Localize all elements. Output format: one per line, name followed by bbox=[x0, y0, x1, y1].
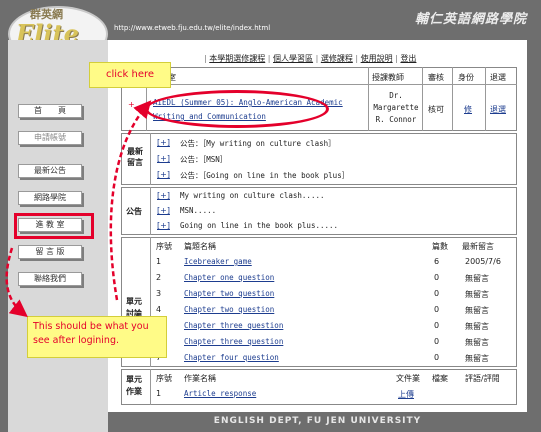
annotation-arrows bbox=[5, 100, 152, 318]
arrow-to-course bbox=[109, 100, 152, 301]
arrow-to-callout bbox=[5, 247, 28, 318]
